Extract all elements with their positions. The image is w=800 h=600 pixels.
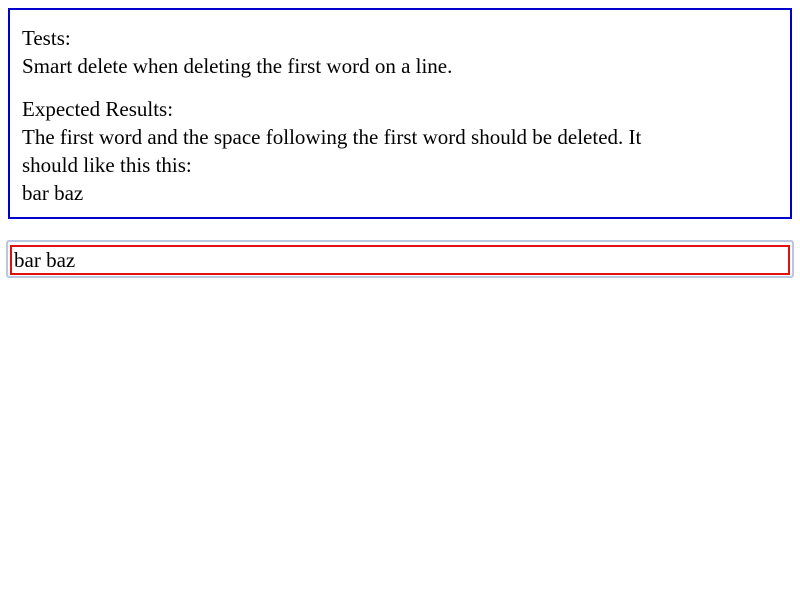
expected-results-section: Expected Results: The first word and the…: [22, 95, 778, 207]
tests-description: Smart delete when deleting the first wor…: [22, 54, 453, 78]
expected-results-heading: Expected Results:: [22, 97, 174, 121]
editor-focus-ring: bar baz: [6, 240, 794, 278]
expected-results-text-line-2: should like this this:: [22, 153, 192, 177]
tests-section: Tests: Smart delete when deleting the fi…: [22, 24, 778, 80]
tests-heading: Tests:: [22, 26, 71, 50]
test-description-panel: Tests: Smart delete when deleting the fi…: [8, 8, 792, 219]
editable-test-area[interactable]: bar baz: [10, 245, 790, 275]
expected-results-text-line-1: The first word and the space following t…: [22, 125, 642, 149]
expected-results-sample: bar baz: [22, 181, 84, 205]
